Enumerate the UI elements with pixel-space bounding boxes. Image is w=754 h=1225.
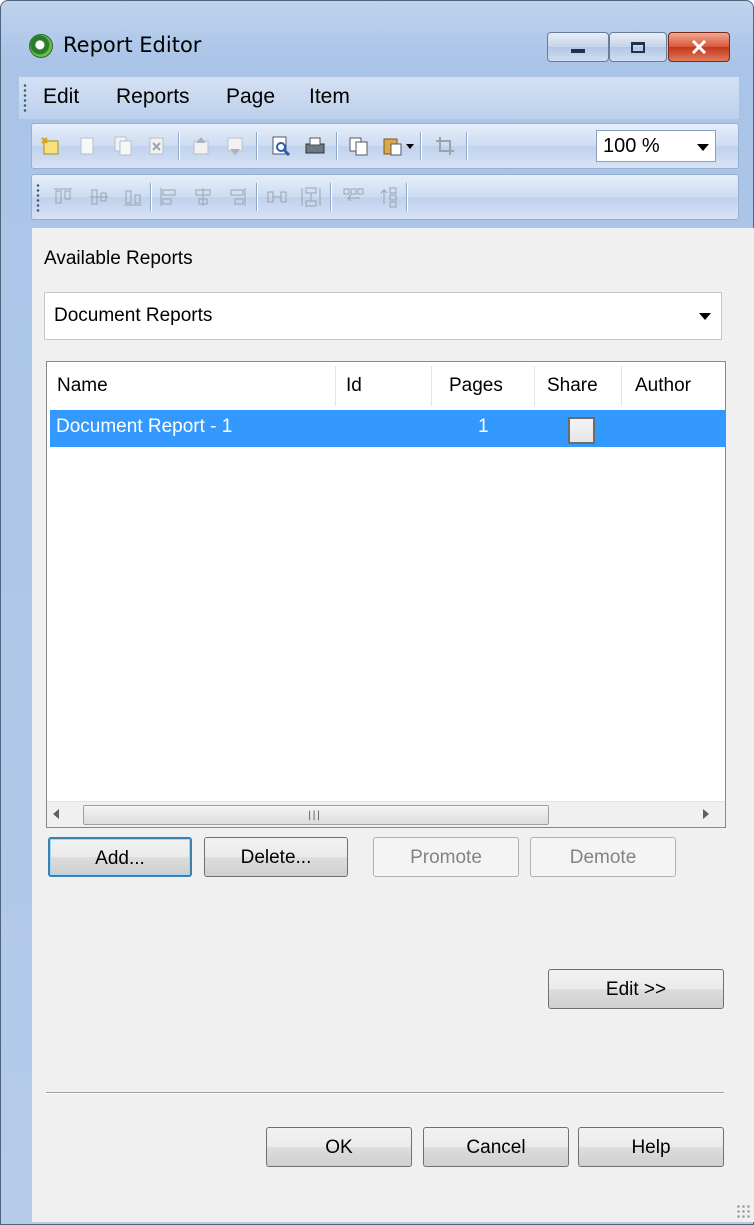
reports-list[interactable]: Name Id Pages Share Author Document Repo…	[46, 361, 726, 828]
dialog-body: Available Reports Document Reports Name …	[32, 228, 754, 1222]
demote-button[interactable]: Demote	[530, 837, 676, 877]
align-left-icon[interactable]	[158, 186, 180, 208]
delete-page-icon[interactable]	[146, 135, 168, 157]
close-icon	[691, 40, 707, 54]
column-divider[interactable]	[431, 366, 432, 406]
toolbar-separator	[466, 132, 468, 160]
column-header-share[interactable]: Share	[547, 362, 598, 410]
new-report-icon[interactable]	[40, 135, 62, 157]
promote-button[interactable]: Promote	[373, 837, 519, 877]
zoom-select[interactable]: 100 %	[596, 130, 716, 162]
align-top-icon[interactable]	[52, 186, 74, 208]
divider	[46, 1092, 724, 1094]
share-checkbox[interactable]	[568, 417, 595, 444]
delete-button[interactable]: Delete...	[204, 837, 348, 877]
minimize-icon	[571, 49, 585, 53]
align-right-icon[interactable]	[226, 186, 248, 208]
menu-reports[interactable]: Reports	[116, 85, 190, 109]
space-vertical-icon[interactable]	[300, 186, 322, 208]
column-divider[interactable]	[534, 366, 535, 406]
paste-icon[interactable]	[382, 135, 404, 157]
menu-bar: Edit Reports Page Item	[19, 77, 739, 119]
move-page-down-icon[interactable]	[224, 135, 246, 157]
toolbar-separator	[150, 183, 152, 211]
horizontal-scrollbar[interactable]: |||	[47, 801, 725, 827]
column-header-author[interactable]: Author	[635, 362, 691, 410]
maximize-button[interactable]	[609, 32, 667, 62]
menu-edit[interactable]: Edit	[43, 85, 79, 109]
wrap-vertical-icon[interactable]	[378, 186, 400, 208]
copy-icon[interactable]	[348, 135, 370, 157]
row-pages: 1	[478, 416, 489, 437]
table-row[interactable]: Document Report - 1 1	[50, 410, 725, 447]
maximize-icon	[631, 41, 645, 53]
close-button[interactable]	[668, 32, 730, 62]
column-header-name[interactable]: Name	[57, 362, 108, 410]
move-page-up-icon[interactable]	[190, 135, 212, 157]
scroll-left-icon[interactable]	[53, 809, 59, 819]
available-reports-select[interactable]: Document Reports	[44, 292, 722, 340]
toolbar-separator	[256, 132, 258, 160]
align-center-vertical-icon[interactable]	[88, 186, 110, 208]
column-divider[interactable]	[621, 366, 622, 406]
window-title: Report Editor	[63, 33, 202, 57]
chevron-down-icon	[697, 144, 709, 151]
crop-icon[interactable]	[434, 135, 456, 157]
toolbar-separator	[256, 183, 258, 211]
minimize-button[interactable]	[547, 32, 609, 62]
column-header-id[interactable]: Id	[346, 362, 362, 410]
print-icon[interactable]	[304, 135, 326, 157]
zoom-value: 100 %	[603, 135, 660, 157]
duplicate-page-icon[interactable]	[112, 135, 134, 157]
layout-toolbar	[31, 174, 739, 220]
wrap-horizontal-icon[interactable]	[342, 186, 364, 208]
toolbar-separator	[336, 132, 338, 160]
qlikview-icon	[29, 34, 53, 58]
copy-page-icon[interactable]	[76, 135, 98, 157]
column-header-pages[interactable]: Pages	[449, 362, 503, 410]
chevron-down-icon	[699, 313, 711, 320]
toolbar-separator	[420, 132, 422, 160]
menubar-grip[interactable]	[23, 83, 27, 113]
row-name: Document Report - 1	[56, 416, 233, 437]
toolbar-separator	[406, 183, 408, 211]
scrollbar-thumb[interactable]: |||	[83, 805, 549, 825]
available-reports-label: Available Reports	[44, 248, 193, 269]
paste-dropdown-arrow[interactable]	[406, 144, 414, 149]
grip-icon: |||	[308, 810, 322, 821]
edit-button[interactable]: Edit >>	[548, 969, 724, 1009]
reports-list-header: Name Id Pages Share Author	[47, 362, 725, 410]
ok-button[interactable]: OK	[266, 1127, 412, 1167]
menu-item[interactable]: Item	[309, 85, 350, 109]
help-button[interactable]: Help	[578, 1127, 724, 1167]
report-editor-window: Report Editor Edit Reports Page Item 100…	[0, 0, 754, 1225]
toolbar-separator	[330, 183, 332, 211]
title-bar[interactable]: Report Editor	[1, 1, 753, 75]
scroll-right-icon[interactable]	[703, 809, 709, 819]
resize-grip[interactable]	[736, 1204, 750, 1218]
align-center-horizontal-icon[interactable]	[192, 186, 214, 208]
menu-page[interactable]: Page	[226, 85, 275, 109]
toolbar-separator	[178, 132, 180, 160]
available-reports-value: Document Reports	[54, 305, 213, 326]
add-button[interactable]: Add...	[48, 837, 192, 877]
align-bottom-icon[interactable]	[122, 186, 144, 208]
cancel-button[interactable]: Cancel	[423, 1127, 569, 1167]
print-preview-icon[interactable]	[270, 135, 292, 157]
column-divider[interactable]	[335, 366, 336, 406]
main-toolbar: 100 %	[31, 123, 739, 169]
toolbar-grip[interactable]	[36, 183, 40, 213]
space-horizontal-icon[interactable]	[266, 186, 288, 208]
